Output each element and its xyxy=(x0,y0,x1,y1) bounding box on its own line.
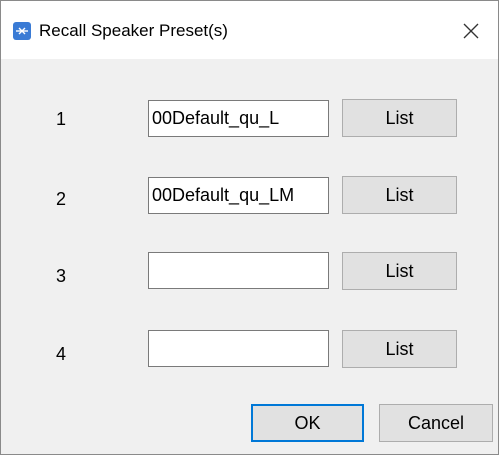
preset-row-4-label: 4 xyxy=(56,344,67,364)
dialog-title: Recall Speaker Preset(s) xyxy=(39,21,228,40)
preset-4-input[interactable] xyxy=(148,330,329,367)
cancel-button[interactable]: Cancel xyxy=(379,404,493,442)
recall-speaker-preset-dialog: Recall Speaker Preset(s) 1 List 2 List 3… xyxy=(0,0,499,455)
speaker-preset-app-icon xyxy=(13,22,31,40)
preset-row-1-label: 1 xyxy=(56,109,67,129)
preset-row-2-label: 2 xyxy=(56,189,67,209)
preset-1-input[interactable] xyxy=(148,100,329,137)
ok-button[interactable]: OK xyxy=(251,404,364,442)
preset-3-list-button[interactable]: List xyxy=(342,252,457,290)
preset-2-input[interactable] xyxy=(148,177,329,214)
title-bar[interactable]: Recall Speaker Preset(s) xyxy=(1,1,498,59)
close-icon xyxy=(463,23,479,39)
preset-2-list-button[interactable]: List xyxy=(342,176,457,214)
preset-3-input[interactable] xyxy=(148,252,329,289)
preset-row-3-label: 3 xyxy=(56,266,67,286)
close-button[interactable] xyxy=(453,13,489,49)
preset-1-list-button[interactable]: List xyxy=(342,99,457,137)
preset-4-list-button[interactable]: List xyxy=(342,330,457,368)
